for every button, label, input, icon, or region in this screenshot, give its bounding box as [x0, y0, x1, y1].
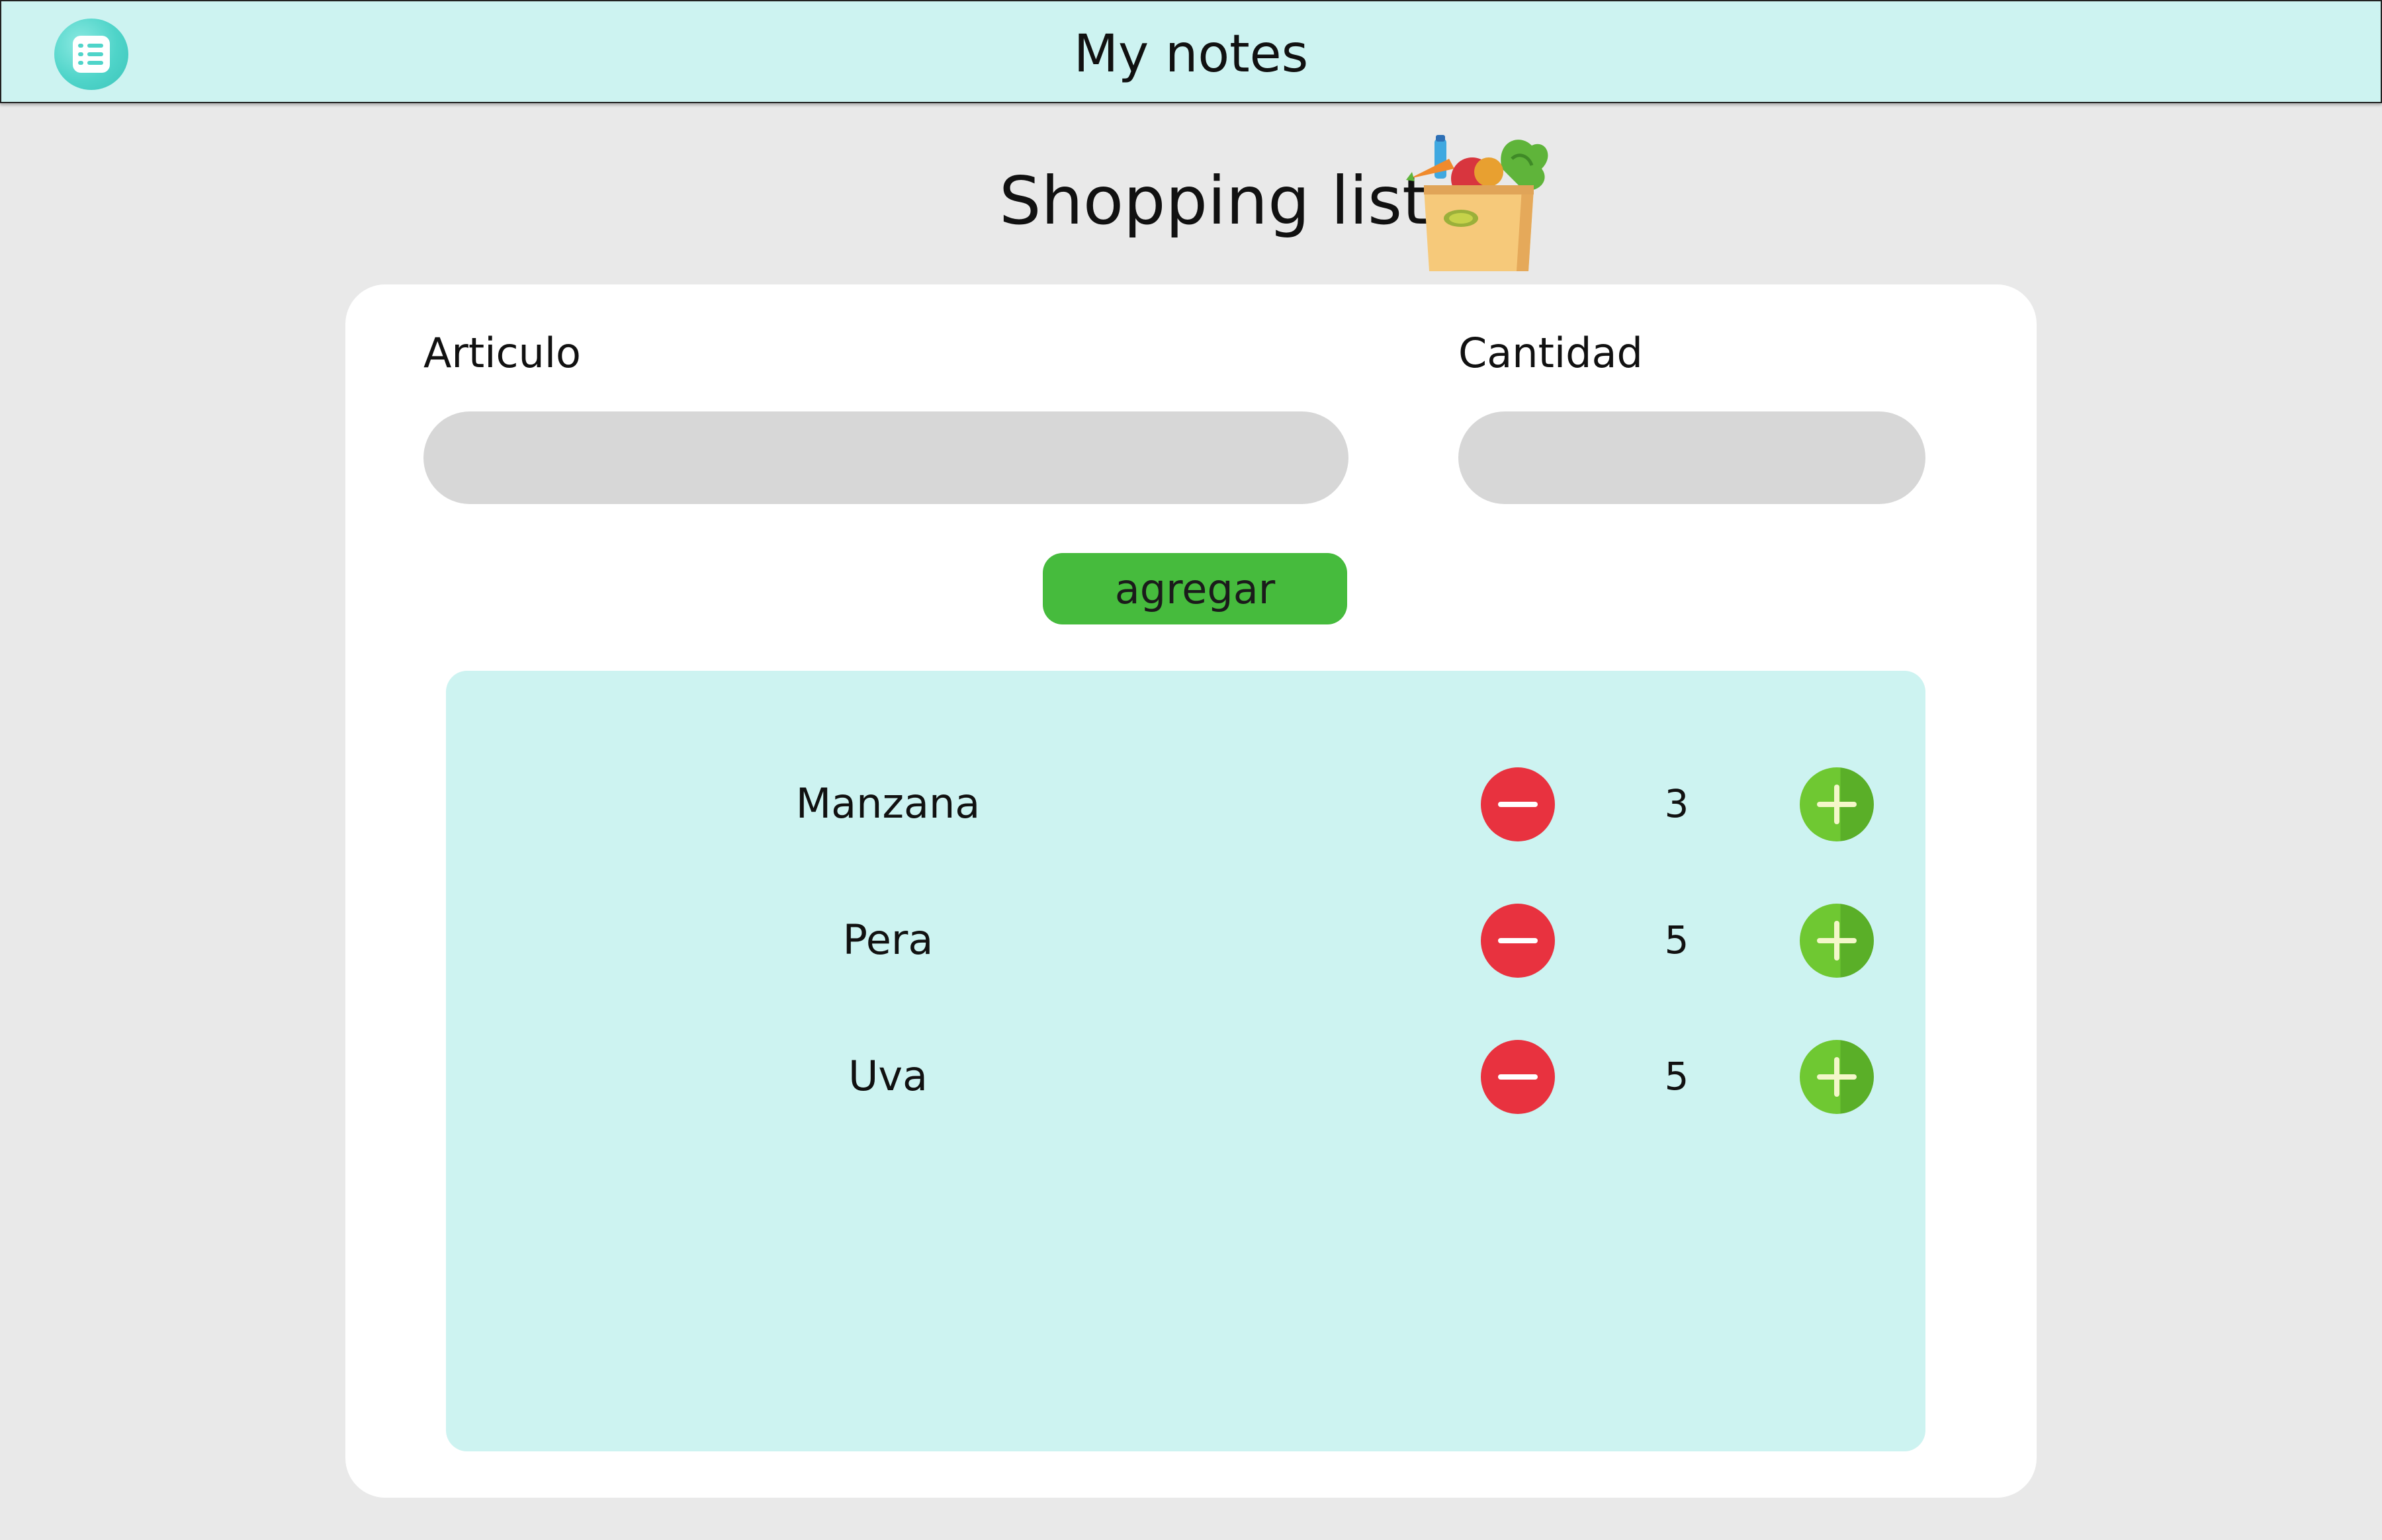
item-name: Uva	[848, 1052, 928, 1100]
quantity-input[interactable]	[1458, 411, 1925, 504]
decrement-button[interactable]	[1481, 1040, 1555, 1114]
item-name: Pera	[842, 916, 934, 964]
item-input[interactable]	[423, 411, 1348, 504]
quantity-label: Cantidad	[1458, 329, 1643, 377]
item-quantity: 3	[1664, 781, 1689, 826]
page-title: Shopping list	[999, 162, 1429, 239]
list-item: Uva 5	[446, 1037, 1925, 1117]
grocery-bag-icon	[1406, 135, 1548, 271]
increment-button[interactable]	[1800, 1040, 1874, 1114]
shopping-list: Manzana 3 Pera 5 Uva 5	[446, 671, 1925, 1451]
app-title: My notes	[1073, 24, 1309, 84]
add-button[interactable]: agregar	[1043, 553, 1347, 624]
item-quantity: 5	[1664, 918, 1689, 962]
decrement-button[interactable]	[1481, 767, 1555, 841]
increment-button[interactable]	[1800, 904, 1874, 978]
increment-button[interactable]	[1800, 767, 1874, 841]
decrement-button[interactable]	[1481, 904, 1555, 978]
list-item: Manzana 3	[446, 765, 1925, 844]
item-name: Manzana	[795, 779, 981, 828]
app-header: My notes	[0, 0, 2382, 103]
list-item: Pera 5	[446, 901, 1925, 980]
item-label: Articulo	[423, 329, 581, 377]
item-quantity: 5	[1664, 1054, 1689, 1099]
